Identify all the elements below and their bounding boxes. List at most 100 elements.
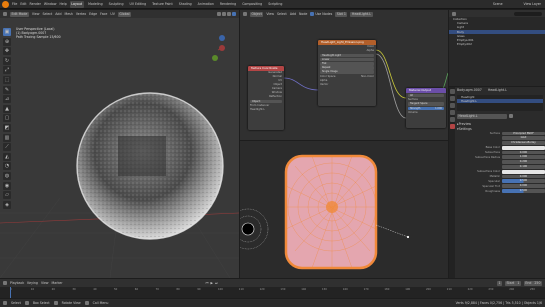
jump-start-icon[interactable]: ⏮ bbox=[206, 281, 209, 285]
tab-shading[interactable]: Shading bbox=[177, 1, 193, 8]
socket-reflection[interactable]: Reflection bbox=[248, 95, 284, 99]
move-icon[interactable]: ✥ bbox=[3, 47, 11, 56]
scale-icon[interactable]: ⤢ bbox=[3, 66, 11, 75]
cursor-icon[interactable]: ⊕ bbox=[3, 37, 11, 46]
subsurface-color-swatch[interactable] bbox=[502, 169, 545, 174]
uv-editor[interactable]: Scale X: 1.4010 Y: 1.4010 bbox=[240, 141, 448, 278]
tab-sculpting[interactable]: Sculpting bbox=[107, 1, 125, 8]
extension-select[interactable]: Repeat bbox=[320, 66, 374, 70]
playback-menu[interactable]: Playback bbox=[10, 281, 24, 285]
spin-icon[interactable]: ◔ bbox=[3, 162, 11, 171]
select-box-icon[interactable]: ▣ bbox=[3, 28, 11, 36]
output-tab-icon[interactable] bbox=[449, 96, 455, 101]
menu-edge[interactable]: Edge bbox=[89, 12, 97, 16]
scene-tab-icon[interactable] bbox=[449, 103, 455, 108]
context-material[interactable]: HeadLight.L bbox=[488, 88, 507, 92]
timeline-ruler[interactable]: 0102030405060708090100110120130140150160… bbox=[10, 288, 535, 293]
outliner-search[interactable] bbox=[514, 11, 542, 16]
slot-selector[interactable]: Slot 1 bbox=[335, 11, 348, 17]
outliner[interactable]: Collection Camera Light Body Glass Empty… bbox=[449, 10, 545, 86]
object-type-selector[interactable]: Object bbox=[250, 11, 264, 17]
material-selector[interactable]: HeadLight.L bbox=[350, 11, 373, 17]
view-layer-selector[interactable]: View Layer bbox=[524, 2, 541, 6]
tab-scripting[interactable]: Scripting bbox=[267, 1, 284, 8]
viewport-3d[interactable] bbox=[0, 18, 239, 278]
object-tab-icon[interactable] bbox=[449, 110, 455, 115]
shrink-icon[interactable]: ◉ bbox=[3, 181, 11, 190]
image-file-field[interactable]: HeadLight.Light bbox=[320, 53, 374, 58]
metallic-field[interactable]: 0.000 bbox=[502, 174, 545, 179]
specular-field[interactable]: 0.500 bbox=[502, 179, 545, 184]
menu-uv[interactable]: UV bbox=[110, 12, 115, 16]
node-menu-node[interactable]: Node bbox=[299, 12, 307, 16]
editor-type-icon[interactable] bbox=[243, 12, 247, 16]
node-image-texture[interactable]: HeadLight_Light_Emission.png Color Alpha… bbox=[318, 40, 376, 106]
node-material-output[interactable]: Material Output All Surface Tangent Spac… bbox=[406, 88, 446, 128]
context-object[interactable]: Body.ogm.0007 bbox=[457, 88, 482, 92]
transform-orientation[interactable]: Global bbox=[117, 11, 132, 17]
menu-render[interactable]: Render bbox=[30, 2, 41, 6]
subsurface-radius-z[interactable]: 0.100 bbox=[502, 165, 545, 169]
scene-selector[interactable]: Scene bbox=[493, 2, 503, 6]
source-select[interactable]: Single Image bbox=[320, 70, 374, 74]
solid-shading-icon[interactable] bbox=[222, 12, 226, 16]
material-shading-icon[interactable] bbox=[227, 12, 231, 16]
subsurface-field[interactable]: 0.000 bbox=[502, 150, 545, 155]
subsurface-radius-x[interactable]: 1.000 bbox=[502, 155, 545, 160]
mode-selector[interactable]: Edit Mode bbox=[10, 11, 29, 17]
rotate-icon[interactable]: ↻ bbox=[3, 56, 11, 65]
jump-end-icon[interactable]: ⏭ bbox=[215, 281, 218, 285]
navigation-gizmo[interactable] bbox=[212, 35, 225, 61]
surface-shader-select[interactable]: Principled BSDF bbox=[502, 131, 545, 136]
smooth-icon[interactable]: ◍ bbox=[3, 171, 11, 180]
target-select[interactable]: All bbox=[408, 93, 444, 98]
keying-menu[interactable]: Keying bbox=[27, 281, 38, 285]
polybuild-icon[interactable]: ◭ bbox=[3, 152, 11, 161]
specular-tint-field[interactable]: 0.000 bbox=[502, 184, 545, 189]
roughness-field[interactable]: 0.500 bbox=[502, 189, 545, 193]
tangent-space-select[interactable]: Tangent Space bbox=[408, 102, 444, 106]
tab-texture-paint[interactable]: Texture Paint bbox=[151, 1, 175, 8]
strength-field[interactable]: Strength 1.000 bbox=[408, 106, 444, 111]
menu-file[interactable]: File bbox=[12, 2, 17, 6]
projection-select[interactable]: Flat bbox=[320, 61, 374, 66]
bevel-icon[interactable]: ◩ bbox=[3, 123, 11, 132]
material-slot-list[interactable]: Headlight Headlight.L bbox=[457, 95, 543, 111]
socket-volume[interactable]: Volume bbox=[406, 111, 446, 115]
editor-type-icon[interactable] bbox=[3, 12, 7, 16]
distribution-select[interactable]: GGX bbox=[502, 136, 545, 141]
node-title[interactable]: Material Output bbox=[406, 88, 446, 93]
render-tab-icon[interactable] bbox=[449, 89, 455, 94]
base-color-swatch[interactable] bbox=[502, 145, 545, 150]
tab-animation[interactable]: Animation bbox=[196, 1, 215, 8]
node-menu-view[interactable]: View bbox=[266, 12, 274, 16]
current-frame-field[interactable]: 1 bbox=[496, 280, 503, 286]
material-tab-icon[interactable] bbox=[449, 124, 455, 129]
material-datablock[interactable]: HeadLight.L bbox=[457, 113, 507, 119]
playhead[interactable] bbox=[10, 287, 11, 298]
tab-rendering[interactable]: Rendering bbox=[218, 1, 237, 8]
modifier-tab-icon[interactable] bbox=[449, 117, 455, 122]
menu-select[interactable]: Select bbox=[42, 12, 52, 16]
start-frame-field[interactable]: Start 1 bbox=[505, 280, 521, 286]
menu-window[interactable]: Window bbox=[44, 2, 57, 6]
socket-vector[interactable]: Vector bbox=[318, 83, 376, 87]
editor-type-icon[interactable] bbox=[3, 281, 7, 285]
node-texture-coordinate[interactable]: Texture Coordinate Generated Normal UV O… bbox=[248, 66, 284, 130]
tab-modeling[interactable]: Modeling bbox=[87, 1, 105, 8]
shear-icon[interactable]: ▱ bbox=[3, 191, 11, 200]
tab-uv-editing[interactable]: UV Editing bbox=[128, 1, 148, 8]
marker-menu[interactable]: Marker bbox=[52, 281, 63, 285]
fake-user-icon[interactable] bbox=[509, 114, 513, 118]
extrude-icon[interactable]: ▲ bbox=[3, 104, 11, 113]
menu-face[interactable]: Face bbox=[100, 12, 107, 16]
tab-layout[interactable]: Layout bbox=[69, 0, 84, 8]
node-editor[interactable]: Texture Coordinate Generated Normal UV O… bbox=[240, 18, 448, 140]
blender-logo-icon[interactable] bbox=[2, 0, 9, 8]
annotate-icon[interactable]: ✎ bbox=[3, 85, 11, 94]
menu-mesh[interactable]: Mesh bbox=[64, 12, 72, 16]
timeline[interactable]: 0102030405060708090100110120130140150160… bbox=[0, 287, 545, 298]
rendered-shading-icon[interactable] bbox=[232, 12, 236, 16]
interpolation-select[interactable]: Linear bbox=[320, 57, 374, 62]
socket-alpha[interactable]: Alpha bbox=[318, 49, 376, 53]
